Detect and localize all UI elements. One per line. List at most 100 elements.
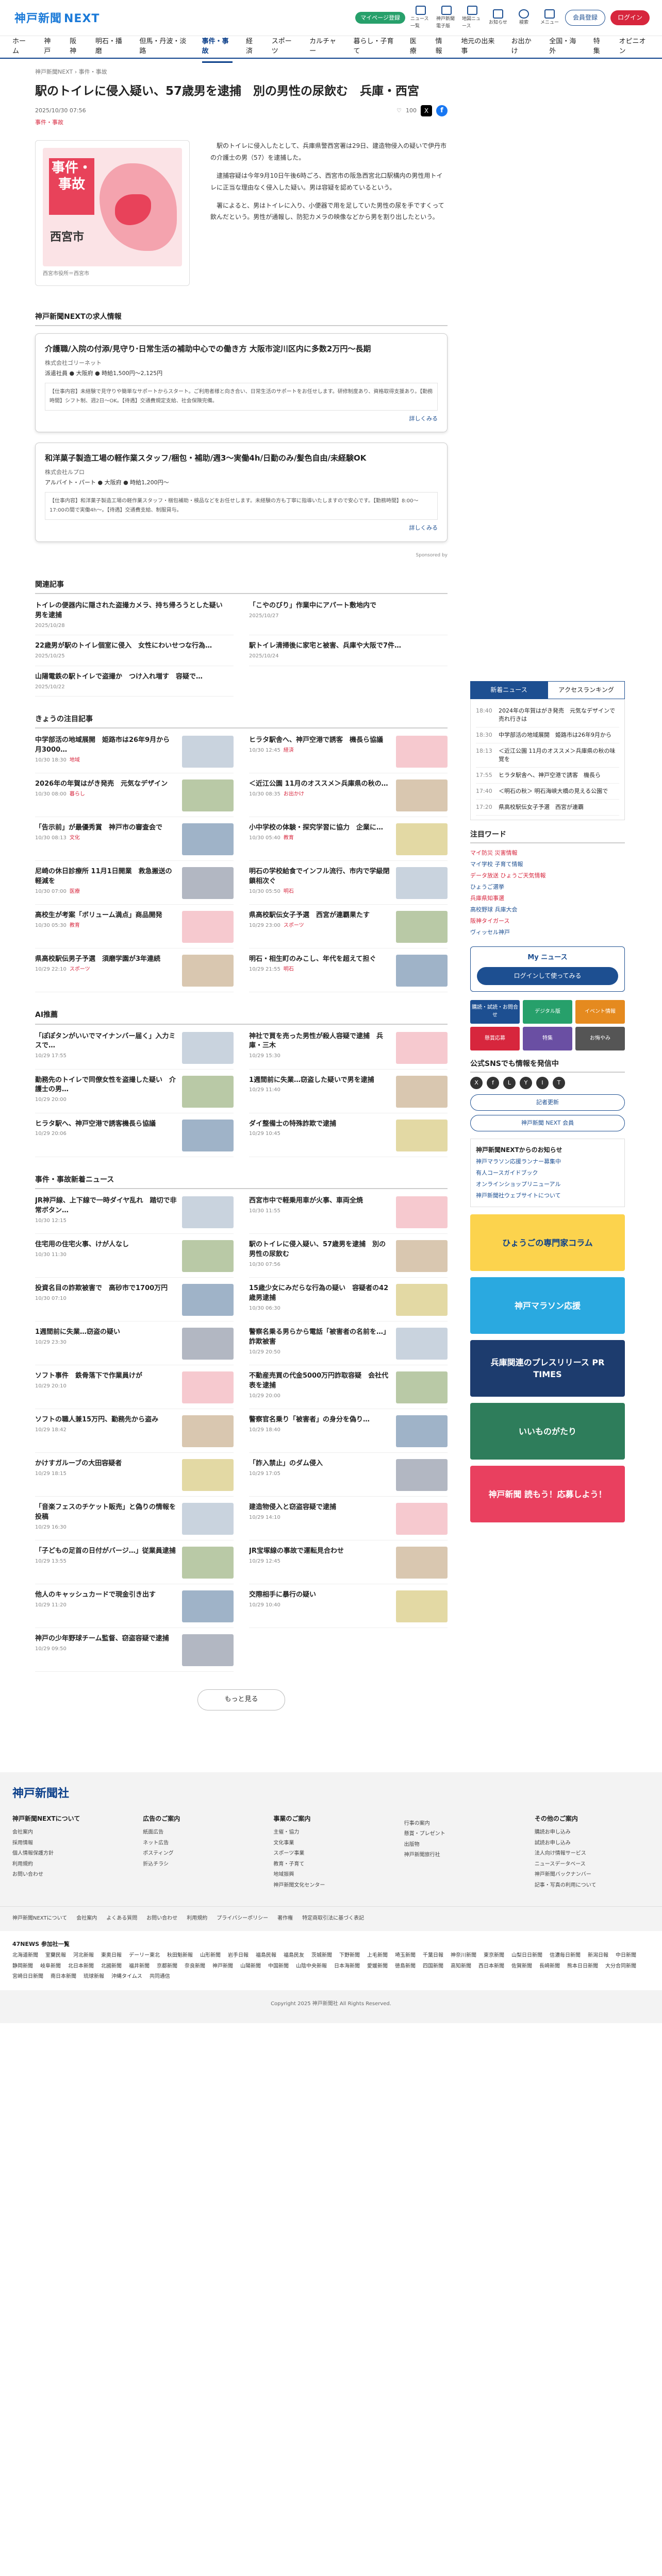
news-thumbnail[interactable] [396, 1546, 448, 1579]
news-title[interactable]: ヒラタ駅へ、神戸空港で誘客機長ら協議 [35, 1120, 177, 1129]
service-tile[interactable]: お悔やみ [575, 1026, 625, 1050]
news-item[interactable]: 2026年の年賀はがき発売 元気なデザイン 10/30 08:00 暮らし [35, 779, 234, 818]
f47-link[interactable]: 熊本日日新聞 [567, 1963, 598, 1971]
site-logo[interactable]: 神戸新聞 NEXT [12, 7, 100, 28]
news-item[interactable]: 明石・相生町のみこし、年代を超えて担ぐ 10/29 21:55 明石 [249, 955, 448, 993]
footer-bar-link[interactable]: 利用規約 [187, 1915, 207, 1923]
news-thumbnail[interactable] [182, 823, 234, 856]
news-thumbnail[interactable] [182, 1075, 234, 1108]
news-item[interactable]: 「子どもの足首の日付がバージ…」従業員逮捕 10/29 13:55 [35, 1546, 234, 1584]
news-title[interactable]: 高校生が考案「ボリューム満点」商品開発 [35, 911, 177, 921]
news-title[interactable]: 神社で買を売った男性が殺人容疑で逮捕 兵庫・三木 [249, 1032, 391, 1052]
news-item[interactable]: 「ぽぽタンがいいでマイナンバー届く」入力ミスで… 10/29 17:55 [35, 1031, 234, 1070]
news-thumbnail[interactable] [182, 1415, 234, 1447]
news-item[interactable]: 22歳男が駅のトイレ個室に侵入 女性にわいせつな行為… 2025/10/25 [35, 641, 234, 666]
keyword-link[interactable]: 兵庫県知事選 [470, 893, 625, 904]
news-item[interactable]: 「音楽フェスのチケット販売」と偽りの情報を投稿 10/29 16:30 [35, 1502, 234, 1540]
f47-link[interactable]: 福井新聞 [129, 1963, 150, 1971]
header-icon-notice[interactable]: お知らせ [488, 9, 508, 26]
nav-local[interactable]: 地元の出来事 [461, 37, 498, 57]
notice-item[interactable]: 神戸新聞社ウェブサイトについて [476, 1190, 619, 1201]
f47-link[interactable]: 福島民報 [256, 1952, 276, 1960]
news-title[interactable]: 他人のキャッシュカードで現金引き出す [35, 1590, 177, 1600]
sns-icon[interactable]: L [503, 1077, 516, 1090]
f47-link[interactable]: 北海道新聞 [12, 1952, 38, 1960]
news-thumbnail[interactable] [396, 1031, 448, 1064]
f47-link[interactable]: 河北新報 [73, 1952, 94, 1960]
f47-link[interactable]: 宮崎日日新聞 [12, 1973, 43, 1981]
nav-hanshin[interactable]: 阪神 [70, 37, 82, 57]
f47-link[interactable]: 京都新聞 [157, 1963, 177, 1971]
news-category[interactable]: 文化 [70, 835, 80, 841]
job-more-link[interactable]: 詳しくみる [45, 524, 438, 532]
ranking-item[interactable]: 17:20 県高校駅伝女子予選 西宮が連覇 [476, 800, 619, 816]
footer-link[interactable]: 行事の案内 [404, 1819, 519, 1829]
news-item[interactable]: 山陽電鉄の駅トイレで盗撮か つけ入れ増す 容疑で… 2025/10/22 [35, 672, 234, 697]
f47-link[interactable]: 日本海新聞 [334, 1963, 360, 1971]
news-title[interactable]: ダイ整備士の特殊詐欺で逮捕 [249, 1120, 391, 1129]
notice-item[interactable]: 神戸マラソン応援ランナー募集中 [476, 1156, 619, 1167]
f47-link[interactable]: 信濃毎日新聞 [550, 1952, 581, 1960]
register-button[interactable]: 会員登録 [565, 9, 605, 26]
news-category[interactable]: スポーツ [284, 923, 304, 928]
news-thumbnail[interactable] [182, 867, 234, 900]
keyword-link[interactable]: データ放送 ひょうご天気情報 [470, 870, 625, 882]
f47-link[interactable]: 東奥日報 [101, 1952, 122, 1960]
news-title[interactable]: 投資名目の詐欺被害で 高砂市で1700万円 [35, 1284, 177, 1294]
f47-link[interactable]: 徳島新聞 [395, 1963, 416, 1971]
news-item[interactable]: 中学部活の地域展開 姫路市は26年9月から 月3000… 10/30 18:30 地… [35, 736, 234, 774]
news-thumbnail[interactable] [182, 1371, 234, 1403]
footer-link[interactable]: 個人情報保護方針 [12, 1849, 127, 1859]
news-thumbnail[interactable] [396, 1283, 448, 1316]
footer-link[interactable]: 試読お申し込み [535, 1838, 650, 1849]
news-title[interactable]: 山陽電鉄の駅トイレで盗撮か つけ入れ増す 容疑で… [35, 672, 234, 682]
news-title[interactable]: 県高校駅伝女子予選 西宮が連覇果たす [249, 911, 391, 921]
f47-link[interactable]: 室蘭民報 [45, 1952, 66, 1960]
news-thumbnail[interactable] [396, 736, 448, 768]
news-thumbnail[interactable] [396, 1240, 448, 1272]
news-title[interactable]: JR宝塚線の事故で運転見合わせ [249, 1547, 391, 1556]
news-thumbnail[interactable] [396, 1502, 448, 1535]
f47-link[interactable]: 南日本新聞 [51, 1973, 76, 1981]
news-title[interactable]: 勤務先のトイレで同僚女性を盗撮した疑い 介護士の男… [35, 1076, 177, 1095]
footer-link[interactable]: 利用規約 [12, 1859, 127, 1870]
footer-link[interactable]: 神戸新聞バックナンバー [535, 1870, 650, 1880]
footer-link[interactable]: 懸賞・プレゼント [404, 1829, 519, 1840]
footer-link[interactable]: 記事・写真の利用について [535, 1880, 650, 1891]
f47-link[interactable]: 中日新聞 [616, 1952, 636, 1960]
f47-link[interactable]: 西日本新聞 [478, 1963, 504, 1971]
sns-icon[interactable]: f [487, 1077, 499, 1090]
tab-latest[interactable]: 新着ニュース [470, 681, 548, 700]
bookmark-icon[interactable]: ♡ [396, 107, 402, 115]
news-title[interactable]: 中学部活の地域展開 姫路市は26年9月から 月3000… [35, 736, 177, 755]
keyword-link[interactable]: マイ防災 災害情報 [470, 848, 625, 859]
news-thumbnail[interactable] [182, 1634, 234, 1666]
service-tile[interactable]: 購読・試読・お問合せ [470, 999, 520, 1024]
news-title[interactable]: 2026年の年賀はがき発売 元気なデザイン [35, 779, 177, 789]
f47-link[interactable]: 琉球新報 [84, 1973, 104, 1981]
side-banner[interactable]: 兵庫関連のプレスリリース PR TIMES [470, 1340, 625, 1397]
f47-link[interactable]: 岩手日報 [228, 1952, 249, 1960]
footer-link[interactable]: ネット広告 [143, 1838, 258, 1849]
job-card[interactable]: 介護職/入院の付添/見守り·日常生活の補助中心での働き方 大阪市淀川区内に多数2… [35, 333, 448, 433]
footer-bar-link[interactable]: お問い合わせ [146, 1915, 177, 1923]
news-category[interactable]: お出かけ [284, 791, 304, 797]
news-title[interactable]: 1週間前に失業…窃盗の疑い [35, 1328, 177, 1337]
news-item[interactable]: 他人のキャッシュカードで現金引き出す 10/29 11:20 [35, 1590, 234, 1628]
news-category[interactable]: 教育 [284, 835, 294, 841]
news-item[interactable]: 1週間前に失業…窃盗した疑いで男を逮捕 10/29 11:40 [249, 1075, 448, 1113]
news-category[interactable]: 明石 [284, 889, 294, 894]
service-tile[interactable]: イベント情報 [575, 999, 625, 1024]
news-title[interactable]: 建造物侵入と窃盗容疑で逮捕 [249, 1503, 391, 1513]
footer-link[interactable]: 会社案内 [12, 1827, 127, 1838]
tab-ranking[interactable]: アクセスランキング [548, 681, 625, 700]
f47-link[interactable]: 山陰中央新報 [296, 1963, 327, 1971]
nav-kobe[interactable]: 神戸 [44, 37, 56, 57]
ranking-item[interactable]: 17:55 ヒラタ駅舎へ、神戸空港で誘客 機長ら [476, 768, 619, 784]
f47-link[interactable]: 秋田魁新報 [167, 1952, 193, 1960]
news-item[interactable]: 建造物侵入と窃盗容疑で逮捕 10/29 14:10 [249, 1502, 448, 1540]
footer-link[interactable]: ポスティング [143, 1849, 258, 1859]
footer-link[interactable]: ニュースデータベース [535, 1859, 650, 1870]
f47-link[interactable]: 千葉日報 [423, 1952, 443, 1960]
news-item[interactable]: 不動産売買の代金5000万円詐取容疑 会社代表を逮捕 10/29 20:00 [249, 1371, 448, 1409]
